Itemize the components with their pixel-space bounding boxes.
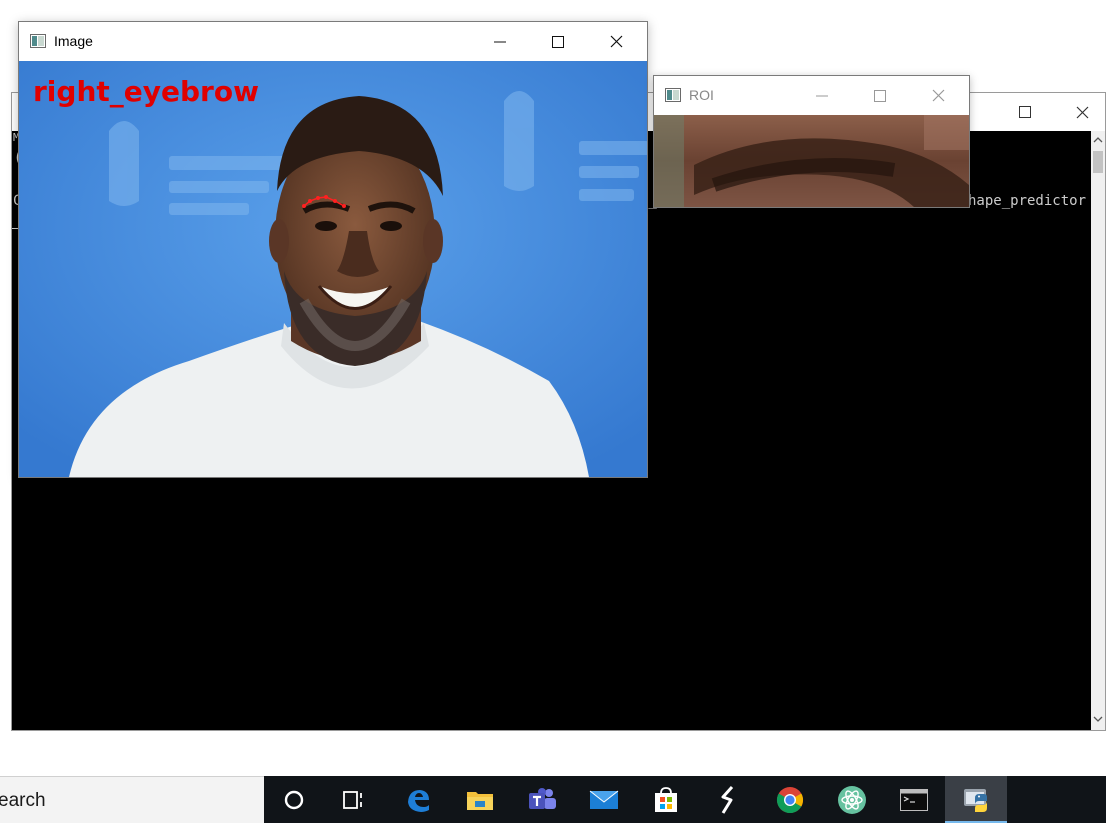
atom-icon	[838, 785, 866, 814]
mail-icon	[589, 790, 619, 809]
roi-close-button[interactable]	[915, 76, 961, 115]
maximize-icon	[552, 35, 564, 48]
teams-icon	[529, 787, 556, 809]
command-prompt-button[interactable]	[883, 776, 945, 823]
image-window-title: Image	[54, 33, 93, 49]
maximize-icon	[874, 89, 886, 102]
scrollbar-thumb[interactable]	[1093, 151, 1103, 173]
roi-eyebrow-crop	[654, 115, 969, 207]
roi-window[interactable]: ROI	[653, 75, 970, 208]
sublime-icon	[721, 785, 734, 814]
close-icon	[932, 89, 944, 102]
image-window[interactable]: Image right_eyebrow	[18, 21, 648, 478]
console-maximize-button[interactable]	[1002, 93, 1048, 131]
chrome-button[interactable]	[759, 776, 821, 823]
image-canvas[interactable]: right_eyebrow	[19, 61, 647, 477]
cortana-button[interactable]	[263, 776, 325, 823]
search-text: earch	[0, 790, 46, 811]
maximize-icon	[1019, 106, 1031, 118]
taskbar: earch	[0, 776, 1106, 823]
python-button[interactable]	[945, 776, 1007, 823]
minimize-icon	[816, 95, 828, 96]
image-window-titlebar[interactable]: Image	[19, 22, 647, 61]
file-explorer-icon	[467, 791, 493, 810]
file-explorer-button[interactable]	[449, 776, 511, 823]
chrome-icon	[776, 786, 804, 813]
teams-button[interactable]	[511, 776, 573, 823]
console-close-button[interactable]	[1059, 93, 1105, 131]
cortana-circle-icon	[284, 790, 304, 809]
image-maximize-button[interactable]	[535, 22, 581, 61]
opencv-window-icon	[30, 34, 46, 48]
image-minimize-button[interactable]	[477, 22, 523, 61]
scroll-down-icon[interactable]	[1091, 712, 1105, 726]
close-icon	[610, 35, 622, 48]
task-view-icon	[343, 790, 362, 809]
landmark-label: right_eyebrow	[33, 75, 259, 108]
task-view-button[interactable]	[323, 776, 385, 823]
roi-canvas	[654, 115, 969, 207]
store-icon	[655, 786, 677, 812]
console-fragment: hape_predictor	[968, 193, 1087, 209]
scroll-up-icon[interactable]	[1091, 133, 1105, 147]
sublime-button[interactable]	[697, 776, 759, 823]
edge-icon	[408, 789, 429, 812]
image-close-button[interactable]	[593, 22, 639, 61]
python-icon	[964, 788, 987, 812]
console-scrollbar[interactable]	[1091, 131, 1105, 730]
opencv-window-icon	[665, 88, 681, 102]
roi-window-titlebar[interactable]: ROI	[654, 76, 969, 115]
store-button[interactable]	[635, 776, 697, 823]
close-icon	[1076, 106, 1088, 118]
roi-minimize-button[interactable]	[799, 76, 845, 115]
roi-maximize-button[interactable]	[857, 76, 903, 115]
taskbar-search-box[interactable]: earch	[0, 776, 264, 823]
command-prompt-icon	[900, 788, 928, 811]
mail-button[interactable]	[573, 776, 635, 823]
atom-button[interactable]	[821, 776, 883, 823]
roi-window-title: ROI	[689, 87, 714, 103]
edge-button[interactable]	[387, 776, 449, 823]
minimize-icon	[494, 41, 506, 42]
portrait-photo	[19, 61, 647, 477]
